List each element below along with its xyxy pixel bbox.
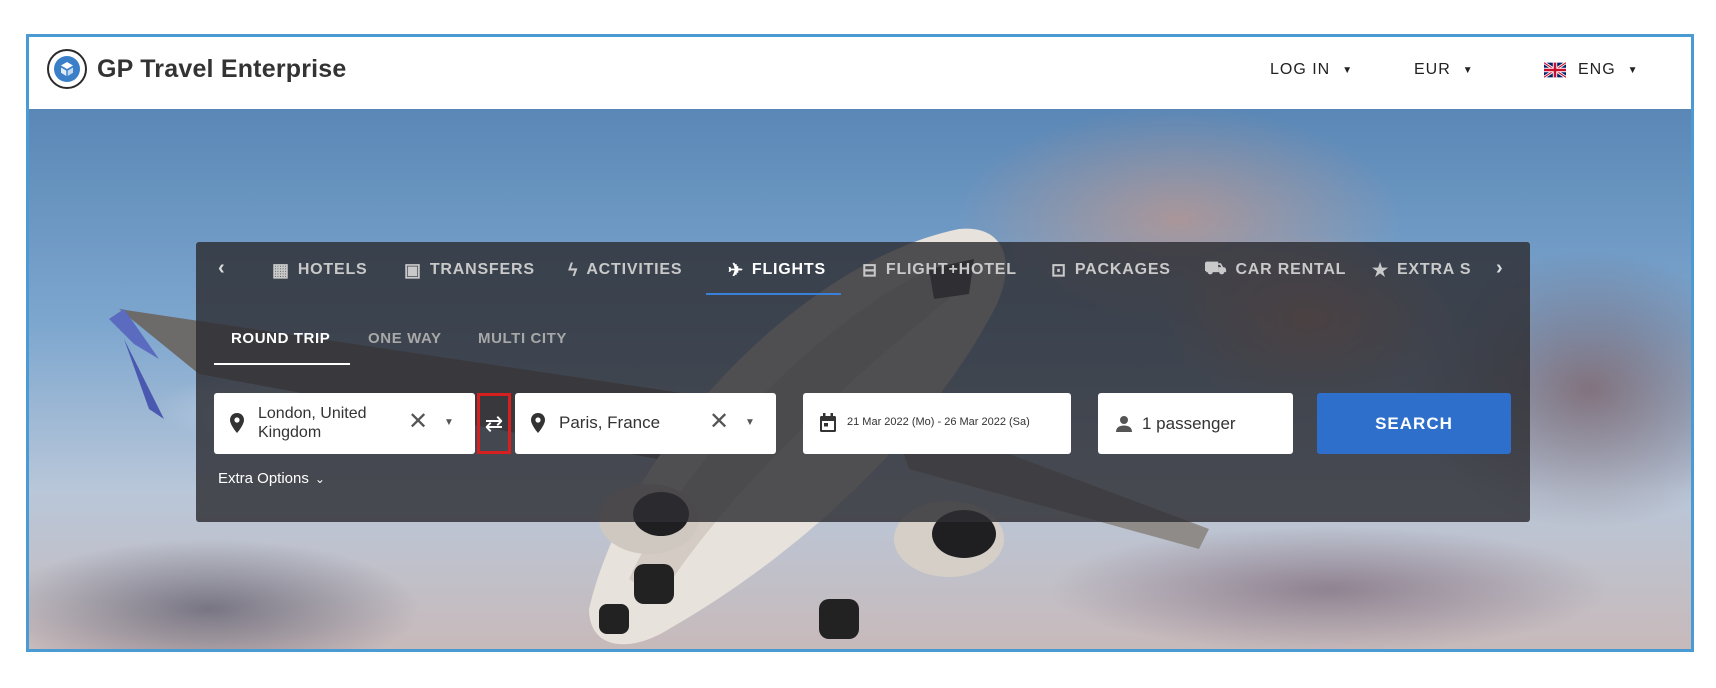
logo-icon xyxy=(47,49,87,89)
tab-transfers[interactable]: ▣ TRANSFERS xyxy=(404,259,535,281)
person-icon xyxy=(1116,416,1132,432)
origin-field[interactable]: London, United Kingdom ✕ ▼ xyxy=(214,393,475,454)
ticket-icon: ⊟ xyxy=(862,259,878,280)
product-tabs: ‹ ▦ HOTELS ▣ TRANSFERS ϟ ACTIVITIES ✈ FL… xyxy=(196,242,1530,296)
caret-down-icon: ▼ xyxy=(1627,64,1639,76)
extra-options-label: Extra Options xyxy=(218,470,309,487)
login-label: LOG IN xyxy=(1270,61,1331,78)
tab-car-rental[interactable]: ⛟ CAR RENTAL xyxy=(1204,258,1346,281)
search-button[interactable]: SEARCH xyxy=(1317,393,1511,454)
swap-locations-button[interactable]: ⇄ xyxy=(477,393,511,454)
destination-field[interactable]: Paris, France ✕ ▼ xyxy=(515,393,776,454)
trip-type-indicator xyxy=(214,363,350,365)
origin-dropdown-icon[interactable]: ▼ xyxy=(444,417,454,428)
date-range-value: 21 Mar 2022 (Mo) - 26 Mar 2022 (Sa) xyxy=(847,416,1030,428)
date-range-field[interactable]: 21 Mar 2022 (Mo) - 26 Mar 2022 (Sa) xyxy=(803,393,1071,454)
language-dropdown[interactable]: ENG ▼ xyxy=(1543,61,1639,79)
star-icon: ★ xyxy=(1372,259,1389,280)
bolt-icon: ϟ xyxy=(568,259,579,280)
airplane-icon: ✈ xyxy=(728,259,744,280)
passengers-value: 1 passenger xyxy=(1142,414,1236,433)
tab-packages[interactable]: ⊡ PACKAGES xyxy=(1051,259,1171,281)
building-icon: ▦ xyxy=(272,259,290,280)
clear-destination-icon[interactable]: ✕ xyxy=(709,407,729,436)
search-panel: ‹ ▦ HOTELS ▣ TRANSFERS ϟ ACTIVITIES ✈ FL… xyxy=(196,242,1530,522)
calendar-icon xyxy=(820,413,836,432)
chevron-down-icon: ⌄ xyxy=(314,471,325,486)
trip-type-multi-city[interactable]: MULTI CITY xyxy=(478,330,567,347)
hero-banner: ‹ ▦ HOTELS ▣ TRANSFERS ϟ ACTIVITIES ✈ FL… xyxy=(29,109,1691,649)
caret-down-icon: ▼ xyxy=(1342,64,1354,76)
logo[interactable]: GP Travel Enterprise xyxy=(47,49,347,89)
extra-options-toggle[interactable]: Extra Options ⌄ xyxy=(218,470,325,487)
currency-label: EUR xyxy=(1414,61,1451,78)
tab-activities[interactable]: ϟ ACTIVITIES xyxy=(568,259,682,281)
logo-text: GP Travel Enterprise xyxy=(97,54,347,83)
car-icon: ⛟ xyxy=(1204,258,1228,278)
language-label: ENG xyxy=(1578,61,1616,78)
location-pin-icon xyxy=(531,413,545,433)
tab-flight-hotel[interactable]: ⊟ FLIGHT+HOTEL xyxy=(862,259,1017,281)
tab-extra-services[interactable]: ★ EXTRA S xyxy=(1372,259,1471,281)
uk-flag-icon xyxy=(1543,61,1567,79)
tab-hotels[interactable]: ▦ HOTELS xyxy=(272,259,368,281)
destination-value: Paris, France xyxy=(559,413,661,432)
briefcase-icon: ⊡ xyxy=(1051,259,1067,280)
trip-type-one-way[interactable]: ONE WAY xyxy=(368,330,442,347)
location-pin-icon xyxy=(230,413,244,433)
chevron-right-icon[interactable]: › xyxy=(1496,257,1503,280)
caret-down-icon: ▼ xyxy=(1462,64,1474,76)
currency-dropdown[interactable]: EUR ▼ xyxy=(1414,61,1474,79)
login-dropdown[interactable]: LOG IN ▼ xyxy=(1270,61,1353,79)
browser-frame: GP Travel Enterprise LOG IN ▼ EUR ▼ ENG … xyxy=(26,34,1694,652)
trip-type-round-trip[interactable]: ROUND TRIP xyxy=(231,330,330,347)
swap-arrows-icon: ⇄ xyxy=(484,410,504,436)
origin-value: London, United Kingdom xyxy=(258,405,367,441)
destination-dropdown-icon[interactable]: ▼ xyxy=(745,417,755,428)
passengers-field[interactable]: 1 passenger xyxy=(1098,393,1293,454)
clear-origin-icon[interactable]: ✕ xyxy=(408,407,428,436)
chevron-left-icon[interactable]: ‹ xyxy=(218,257,225,280)
active-tab-indicator xyxy=(706,293,841,295)
bus-icon: ▣ xyxy=(404,259,422,280)
site-header: GP Travel Enterprise LOG IN ▼ EUR ▼ ENG … xyxy=(29,37,1691,109)
tab-flights[interactable]: ✈ FLIGHTS xyxy=(728,259,826,281)
